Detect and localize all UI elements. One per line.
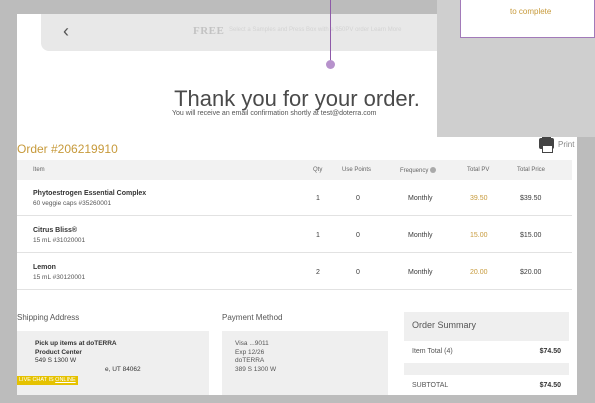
item-qty: 1: [316, 195, 320, 202]
print-button[interactable]: Print: [539, 135, 575, 153]
live-chat-button[interactable]: LIVE CHAT IS ONLINE: [17, 376, 78, 385]
item-price: $15.00: [520, 232, 542, 239]
payment-line: doTERRA: [235, 357, 265, 364]
order-summary-title: Order Summary: [412, 320, 477, 330]
shipping-line: Product Center: [35, 348, 82, 356]
back-chevron-icon[interactable]: ‹: [63, 21, 69, 42]
col-frequency: Frequency: [400, 167, 437, 174]
confirmation-message: You will receive an email confirmation s…: [172, 110, 377, 117]
order-number: Order #206219910: [17, 142, 118, 156]
shipping-address-title: Shipping Address: [17, 313, 80, 322]
item-frequency: Monthly: [408, 232, 433, 239]
shipping-address-box: Pick up items at doTERRA Product Center …: [17, 331, 209, 395]
payment-method-box: Visa ...9011 Exp 12/26 doTERRA 389 S 130…: [222, 331, 388, 395]
shipping-line: 549 S 1300 W: [35, 357, 77, 364]
payment-line: Exp 12/26: [235, 348, 265, 356]
payment-line: 389 S 1300 W: [235, 365, 277, 373]
summary-subtotal: SUBTOTAL $74.50: [404, 375, 569, 395]
callout-dot-icon: [326, 60, 335, 69]
table-row: Phytoestrogen Essential Complex 60 veggi…: [17, 180, 572, 216]
payment-method-title: Payment Method: [222, 313, 283, 322]
item-total-value: $74.50: [539, 348, 561, 355]
col-use-points: Use Points: [342, 167, 372, 173]
tutorial-overlay: to complete: [437, 0, 595, 137]
item-frequency: Monthly: [408, 195, 433, 202]
col-item: Item: [33, 167, 45, 173]
item-use-points: 0: [356, 232, 360, 239]
tooltip-text: to complete: [510, 7, 552, 16]
item-name: Lemon: [33, 264, 56, 271]
item-qty: 1: [316, 232, 320, 239]
item-pv: 20.00: [470, 269, 488, 276]
print-label: Print: [558, 140, 575, 149]
item-sub: 15 mL #30120001: [33, 274, 86, 281]
promo-blurred-text: Select a Samples and Press Box with a $5…: [229, 27, 402, 33]
promo-banner: ‹ FREE Select a Samples and Press Box wi…: [41, 14, 481, 51]
col-qty: Qty: [313, 167, 323, 173]
printer-icon: [539, 135, 554, 153]
table-row: Citrus Bliss® 15 mL #31020001 1 0 Monthl…: [17, 217, 572, 253]
item-qty: 2: [316, 269, 320, 276]
callout-line: [330, 0, 331, 61]
summary-item-total: Item Total (4) $74.50: [404, 341, 569, 363]
item-price: $20.00: [520, 269, 542, 276]
tooltip-card: to complete: [460, 0, 595, 38]
item-use-points: 0: [356, 269, 360, 276]
item-price: $39.50: [520, 195, 542, 202]
col-frequency-label: Frequency: [400, 168, 429, 174]
shipping-line: e, UT 84062: [105, 365, 141, 373]
item-use-points: 0: [356, 195, 360, 202]
table-row: Lemon 15 mL #30120001 2 0 Monthly 20.00 …: [17, 254, 572, 290]
item-sub: 15 mL #31020001: [33, 237, 86, 244]
item-pv: 39.50: [470, 195, 488, 202]
order-summary: Order Summary Item Total (4) $74.50 SUBT…: [404, 312, 569, 395]
item-name: Phytoestrogen Essential Complex: [33, 190, 147, 197]
item-pv: 15.00: [470, 232, 488, 239]
live-chat-status: ONLINE: [55, 377, 76, 383]
live-chat-prefix: LIVE CHAT IS: [19, 377, 56, 383]
payment-line: Visa ...9011: [235, 340, 269, 347]
item-name: Citrus Bliss®: [33, 227, 78, 234]
promo-free-label: FREE: [193, 25, 225, 37]
col-total-pv: Total PV: [467, 167, 490, 173]
item-sub: 60 veggie caps #35260001: [33, 200, 112, 207]
item-frequency: Monthly: [408, 269, 433, 276]
shipping-line: Pick up items at doTERRA: [35, 340, 117, 347]
info-icon[interactable]: [430, 167, 437, 173]
col-total-price: Total Price: [517, 167, 546, 173]
subtotal-value: $74.50: [539, 382, 561, 389]
subtotal-label: SUBTOTAL: [412, 382, 449, 389]
item-total-label: Item Total (4): [412, 348, 453, 355]
table-header: Item Qty Use Points Frequency Total PV T…: [17, 160, 572, 180]
